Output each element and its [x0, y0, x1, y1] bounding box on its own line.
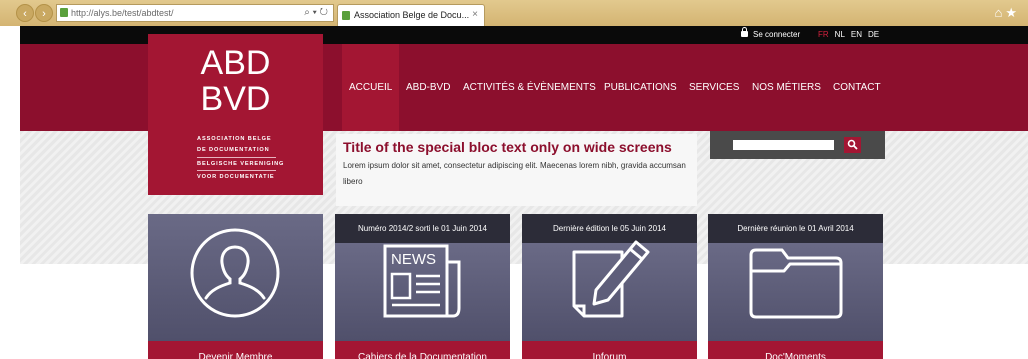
nav-activites[interactable]: ACTIVITÉS & ÉVÈNEMENTS: [456, 44, 603, 131]
logo-sub-4: VOOR DOCUMENTATIE: [197, 174, 275, 180]
search-icon: [847, 139, 858, 150]
language-switcher: FR NL EN DE: [818, 26, 885, 44]
folder-icon: [749, 248, 843, 319]
lock-icon: [741, 27, 748, 37]
logo-sub-2: DE DOCUMENTATION: [197, 147, 270, 153]
card-inforum[interactable]: Dernière édition le 05 Juin 2014 Inforum: [522, 214, 697, 359]
news-icon-text: NEWS: [391, 251, 436, 268]
tab-favicon-icon: [342, 11, 350, 20]
card-label: Cahiers de la Documentation: [335, 341, 510, 359]
lang-fr[interactable]: FR: [818, 30, 829, 39]
search-input[interactable]: [733, 140, 834, 150]
newspaper-icon: NEWS: [383, 244, 461, 318]
browser-tab[interactable]: Association Belge de Docu... ×: [337, 4, 485, 26]
lang-nl[interactable]: NL: [835, 30, 845, 39]
search-refresh-icons[interactable]: ⌕ ▾ ↻: [304, 5, 328, 21]
edit-document-icon: [572, 240, 650, 318]
site-logo[interactable]: ABD BVD ASSOCIATION BELGE DE DOCUMENTATI…: [148, 34, 323, 195]
nav-publications[interactable]: PUBLICATIONS: [597, 44, 684, 131]
nav-services[interactable]: SERVICES: [682, 44, 746, 131]
nav-nos-metiers[interactable]: NOS MÉTIERS: [745, 44, 828, 131]
login-label: Se connecter: [753, 30, 801, 39]
forward-icon[interactable]: ›: [35, 4, 53, 22]
card-label: Inforum: [522, 341, 697, 359]
address-bar[interactable]: http://alys.be/test/abdtest/ ⌕ ▾ ↻: [56, 4, 334, 22]
card-header: Numéro 2014/2 sorti le 01 Juin 2014: [335, 214, 510, 243]
card-devenir-membre[interactable]: Devenir Membre: [148, 214, 323, 359]
site-favicon-icon: [60, 8, 68, 17]
card-docmoments[interactable]: Dernière réunion le 01 Avril 2014 Doc'Mo…: [708, 214, 883, 359]
nav-contact[interactable]: CONTACT: [826, 44, 888, 131]
browser-chrome: ‹ › http://alys.be/test/abdtest/ ⌕ ▾ ↻ A…: [0, 0, 1028, 26]
logo-divider: [197, 170, 276, 171]
card-cahiers[interactable]: Numéro 2014/2 sorti le 01 Juin 2014 NEWS…: [335, 214, 510, 359]
user-icon: [190, 228, 280, 318]
address-url: http://alys.be/test/abdtest/: [71, 8, 174, 18]
close-tab-icon[interactable]: ×: [472, 5, 478, 25]
nav-abd-bvd[interactable]: ABD-BVD: [399, 44, 457, 131]
card-label: Devenir Membre: [148, 341, 323, 359]
tab-title: Association Belge de Docu...: [354, 10, 470, 20]
logo-sub-1: ASSOCIATION BELGE: [197, 136, 272, 142]
back-icon[interactable]: ‹: [16, 4, 34, 22]
logo-abd: ABD: [200, 44, 271, 82]
special-bloc-title: Title of the special bloc text only on w…: [343, 139, 672, 155]
lang-de[interactable]: DE: [868, 30, 879, 39]
special-bloc-text: Lorem ipsum dolor sit amet, consectetur …: [343, 161, 686, 186]
logo-sub-3: BELGISCHE VERENIGING: [197, 161, 285, 167]
search-button[interactable]: [844, 137, 861, 153]
login-link[interactable]: Se connecter: [741, 26, 800, 44]
nav-accueil[interactable]: ACCUEIL: [342, 44, 400, 131]
card-label: Doc'Moments: [708, 341, 883, 359]
lang-en[interactable]: EN: [851, 30, 862, 39]
card-header: Dernière réunion le 01 Avril 2014: [708, 214, 883, 243]
logo-divider: [197, 157, 276, 158]
home-star-icons[interactable]: ⌂★: [994, 5, 1020, 21]
logo-bvd: BVD: [200, 80, 271, 118]
